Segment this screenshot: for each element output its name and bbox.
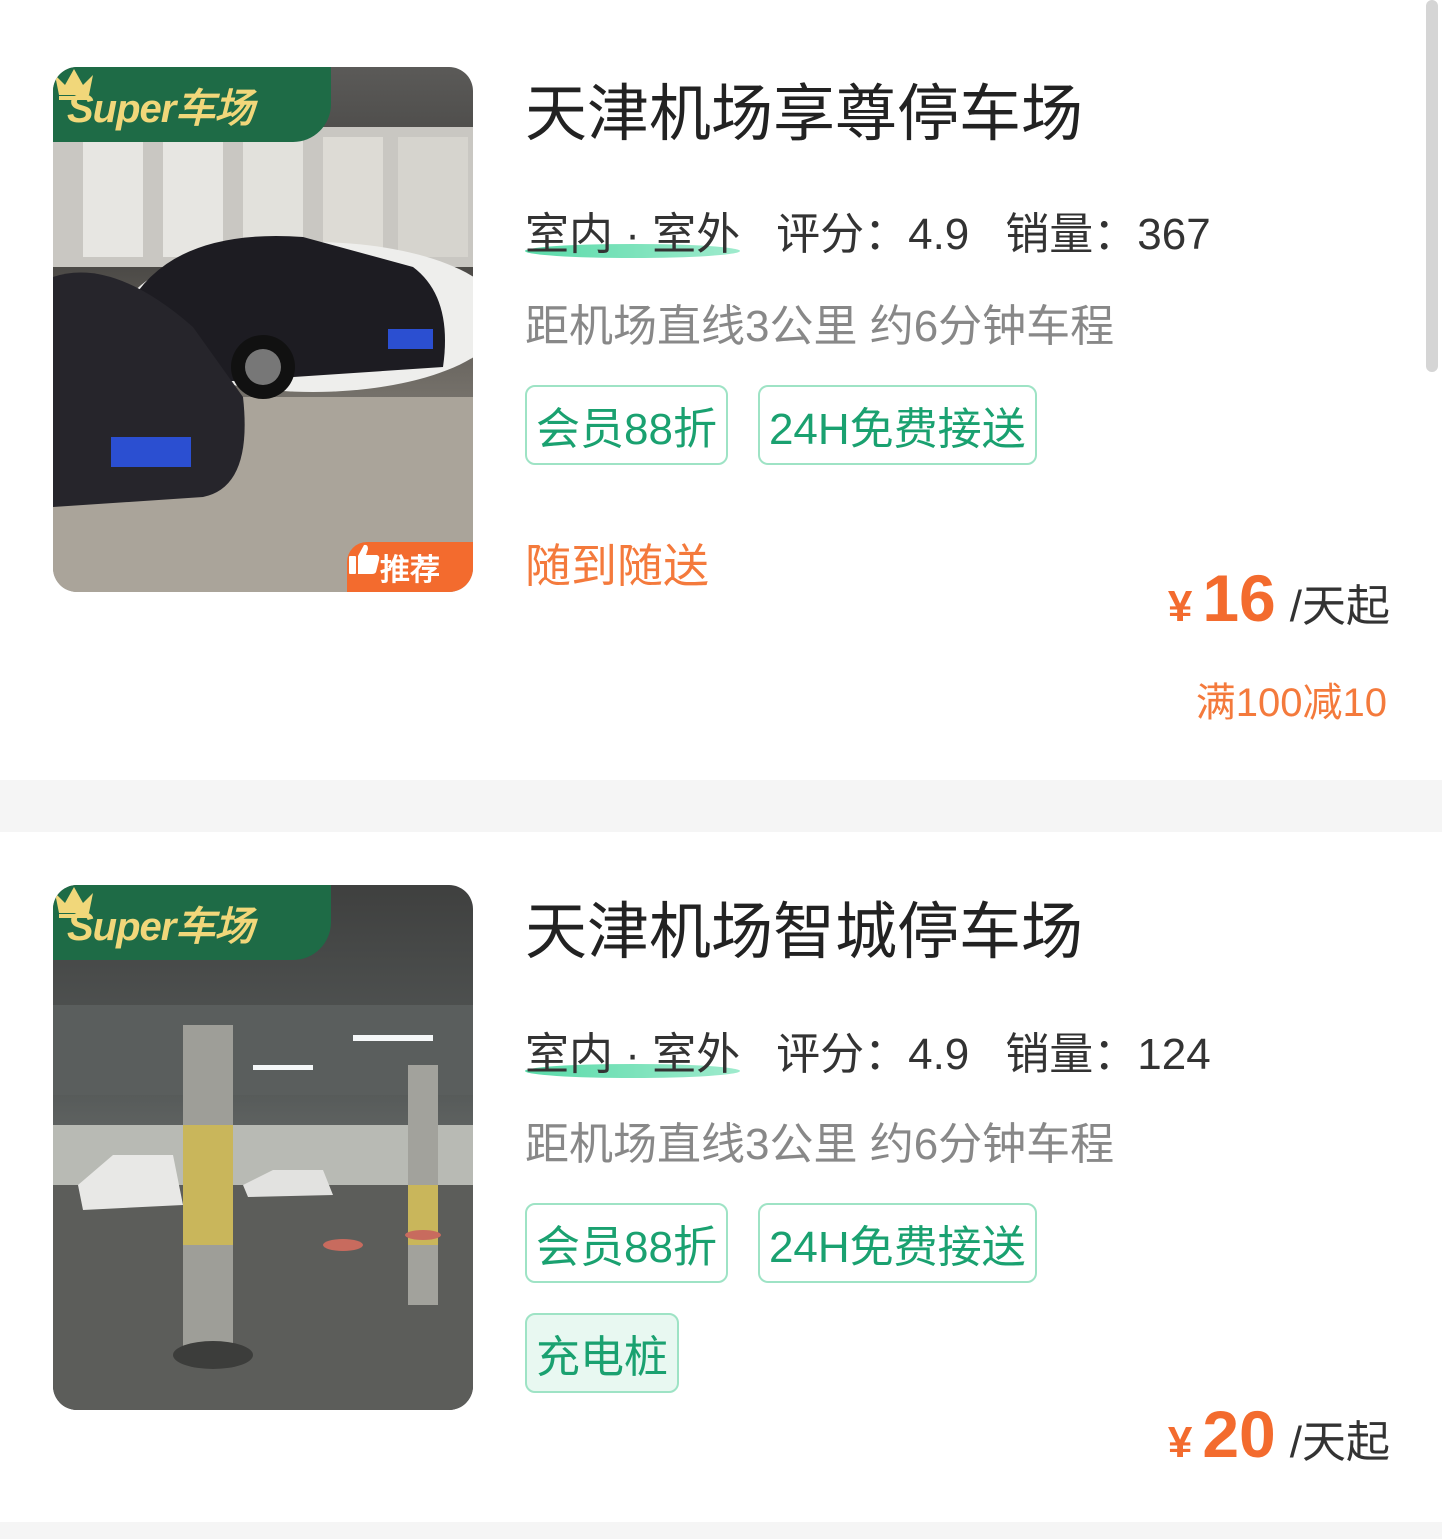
super-lot-badge: Super车场	[53, 67, 331, 142]
parking-lot-name[interactable]: 天津机场享尊停车场	[525, 84, 1083, 146]
lot-rating: 评分：4.9	[776, 1030, 970, 1079]
thumbs-up-icon	[349, 544, 380, 574]
price-unit: /天起	[1289, 582, 1390, 631]
price-currency: ¥	[1167, 582, 1193, 631]
lot-distance: 距机场直线3公里 约6分钟车程	[525, 1120, 1115, 1169]
parking-garage-photo	[53, 127, 473, 592]
lot-price: ¥ 20 /天起	[1168, 1396, 1390, 1472]
tag-member-discount: 会员88折	[525, 385, 728, 465]
lot-rating: 评分：4.9	[776, 210, 970, 259]
lot-service-note: 随到随送	[525, 540, 709, 592]
price-currency: ¥	[1167, 1418, 1193, 1467]
lot-type: 室内 · 室外	[525, 1018, 741, 1082]
underground-garage-photo	[53, 1005, 473, 1410]
parking-list-page: Super车场 推荐 天津机场享尊停车场 室内 · 室外 评分：4.9 销量：367…	[0, 0, 1442, 1539]
parking-lot-photo[interactable]: Super车场	[53, 885, 473, 1410]
parking-lot-name[interactable]: 天津机场智城停车场	[525, 902, 1083, 964]
lot-distance: 距机场直线3公里 约6分钟车程	[525, 302, 1115, 351]
price-amount: 20	[1202, 1397, 1276, 1471]
lot-sales: 销量：124	[1005, 1030, 1211, 1079]
crown-icon	[55, 887, 93, 918]
recommend-label: 推荐	[380, 554, 440, 587]
lot-type: 室内 · 室外	[525, 198, 741, 262]
price-unit: /天起	[1289, 1418, 1390, 1467]
super-lot-badge: Super车场	[53, 885, 331, 960]
tag-free-shuttle: 24H免费接送	[757, 1203, 1037, 1283]
parking-lot-photo[interactable]: Super车场 推荐	[53, 67, 473, 592]
recommend-badge: 推荐	[347, 542, 473, 592]
lot-sales: 销量：367	[1005, 210, 1211, 259]
lot-tags: 会员88折 24H免费接送	[525, 385, 1085, 465]
parking-lot-meta: 室内 · 室外 评分：4.9 销量：367	[525, 198, 1211, 259]
lot-tags: 会员88折 24H免费接送 充电桩	[525, 1203, 1085, 1393]
parking-lot-card[interactable]: Super车场 天津机场智城停车场 室内 · 室外 评分：4.9 销量：124 距机…	[0, 832, 1442, 1522]
scrollbar[interactable]	[1426, 0, 1438, 372]
crown-icon	[55, 69, 93, 100]
lot-price: ¥ 16 /天起	[1168, 560, 1390, 636]
parking-lot-meta: 室内 · 室外 评分：4.9 销量：124	[525, 1018, 1211, 1079]
price-amount: 16	[1202, 561, 1276, 635]
parking-lot-card[interactable]: Super车场 推荐 天津机场享尊停车场 室内 · 室外 评分：4.9 销量：367…	[0, 0, 1442, 780]
tag-charging-pile: 充电桩	[525, 1313, 679, 1393]
tag-member-discount: 会员88折	[525, 1203, 728, 1283]
tag-free-shuttle: 24H免费接送	[757, 385, 1037, 465]
lot-discount: 满100减10	[1195, 681, 1387, 725]
